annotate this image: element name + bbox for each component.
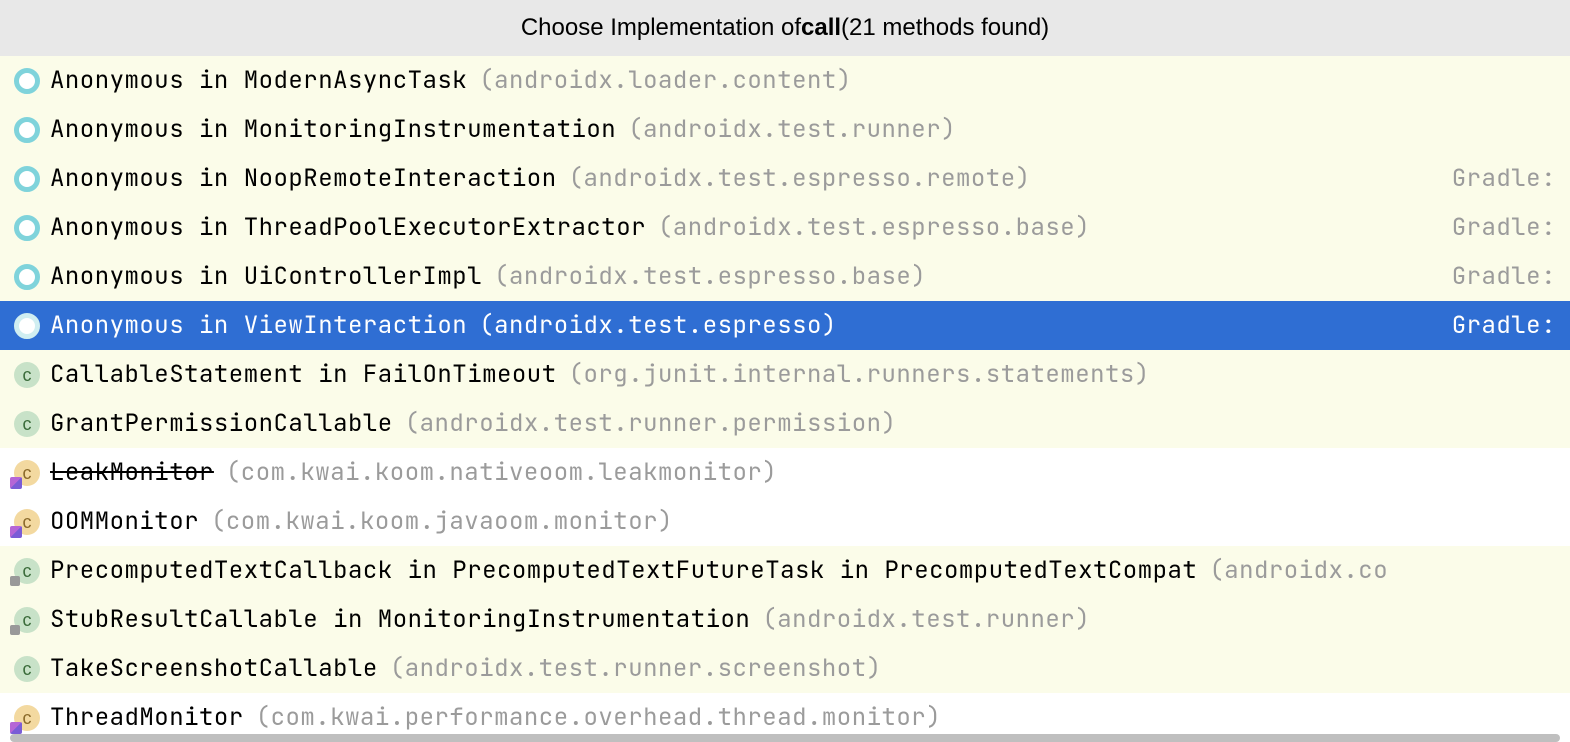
item-package: (org.junit.internal.runners.statements) — [569, 359, 1150, 390]
interface-icon — [14, 313, 40, 339]
item-package: (androidx.test.runner) — [628, 114, 956, 145]
class-icon — [14, 362, 40, 388]
object-icon — [14, 460, 40, 486]
item-class-name: CallableStatement in FailOnTimeout — [50, 359, 557, 390]
item-class-name: StubResultCallable in MonitoringInstrume… — [50, 604, 750, 635]
title-method-name: call — [801, 14, 841, 42]
title-suffix: (21 methods found) — [841, 14, 1049, 42]
list-item[interactable]: CallableStatement in FailOnTimeout (org.j… — [0, 350, 1570, 399]
item-package: (androidx.test.runner.permission) — [405, 408, 897, 439]
list-item[interactable]: Anonymous in ThreadPoolExecutorExtractor… — [0, 203, 1570, 252]
item-class-name: Anonymous in ModernAsyncTask — [50, 65, 467, 96]
item-package: (androidx.test.espresso) — [479, 310, 837, 341]
item-package: (androidx.test.espresso.remote) — [569, 163, 1031, 194]
interface-icon — [14, 264, 40, 290]
class-icon — [14, 607, 40, 633]
list-item[interactable]: Anonymous in MonitoringInstrumentation (a… — [0, 105, 1570, 154]
item-source-label: Gradle: — [1432, 163, 1556, 194]
object-icon — [14, 705, 40, 731]
item-package: (androidx.test.runner.screenshot) — [390, 653, 882, 684]
title-prefix: Choose Implementation of — [521, 14, 801, 42]
item-class-name: OOMMonitor — [50, 506, 199, 537]
class-icon — [14, 411, 40, 437]
list-item[interactable]: Anonymous in UiControllerImpl (androidx.t… — [0, 252, 1570, 301]
item-class-name: Anonymous in MonitoringInstrumentation — [50, 114, 616, 145]
item-source-label: Gradle: — [1432, 310, 1556, 341]
item-package: (com.kwai.performance.overhead.thread.mo… — [256, 702, 941, 733]
item-package: (androidx.test.espresso.base) — [494, 261, 926, 292]
list-item[interactable]: Anonymous in ViewInteraction (androidx.te… — [0, 301, 1570, 350]
list-item[interactable]: OOMMonitor (com.kwai.koom.javaoom.monitor… — [0, 497, 1570, 546]
item-package: (androidx.test.runner) — [762, 604, 1090, 635]
item-class-name: Anonymous in ViewInteraction — [50, 310, 467, 341]
item-package: (androidx.co — [1209, 555, 1388, 586]
item-source-label: Gradle: — [1432, 212, 1556, 243]
list-item[interactable]: TakeScreenshotCallable (androidx.test.run… — [0, 644, 1570, 693]
item-package: (androidx.test.espresso.base) — [658, 212, 1090, 243]
list-item[interactable]: GrantPermissionCallable (androidx.test.ru… — [0, 399, 1570, 448]
item-class-name: Anonymous in UiControllerImpl — [50, 261, 482, 292]
item-class-name: ThreadMonitor — [50, 702, 244, 733]
implementation-list: Anonymous in ModernAsyncTask (androidx.lo… — [0, 56, 1570, 742]
item-package: (com.kwai.koom.javaoom.monitor) — [211, 506, 673, 537]
item-source-label: Gradle: — [1432, 261, 1556, 292]
interface-icon — [14, 117, 40, 143]
popup-title: Choose Implementation of call (21 method… — [0, 0, 1570, 56]
item-class-name: Anonymous in ThreadPoolExecutorExtractor — [50, 212, 646, 243]
list-item[interactable]: Anonymous in NoopRemoteInteraction (andro… — [0, 154, 1570, 203]
item-class-name: LeakMonitor — [50, 457, 214, 488]
list-item[interactable]: Anonymous in ModernAsyncTask (androidx.lo… — [0, 56, 1570, 105]
object-icon — [14, 509, 40, 535]
item-class-name: TakeScreenshotCallable — [50, 653, 378, 684]
interface-icon — [14, 68, 40, 94]
list-item[interactable]: LeakMonitor (com.kwai.koom.nativeoom.leak… — [0, 448, 1570, 497]
list-item[interactable]: StubResultCallable in MonitoringInstrume… — [0, 595, 1570, 644]
item-class-name: GrantPermissionCallable — [50, 408, 393, 439]
horizontal-scrollbar[interactable] — [10, 734, 1560, 742]
interface-icon — [14, 166, 40, 192]
item-package: (com.kwai.koom.nativeoom.leakmonitor) — [226, 457, 777, 488]
item-package: (androidx.loader.content) — [479, 65, 852, 96]
class-icon — [14, 656, 40, 682]
class-icon — [14, 558, 40, 584]
item-class-name: Anonymous in NoopRemoteInteraction — [50, 163, 557, 194]
interface-icon — [14, 215, 40, 241]
item-class-name: PrecomputedTextCallback in PrecomputedTe… — [50, 555, 1197, 586]
list-item[interactable]: PrecomputedTextCallback in PrecomputedTe… — [0, 546, 1570, 595]
